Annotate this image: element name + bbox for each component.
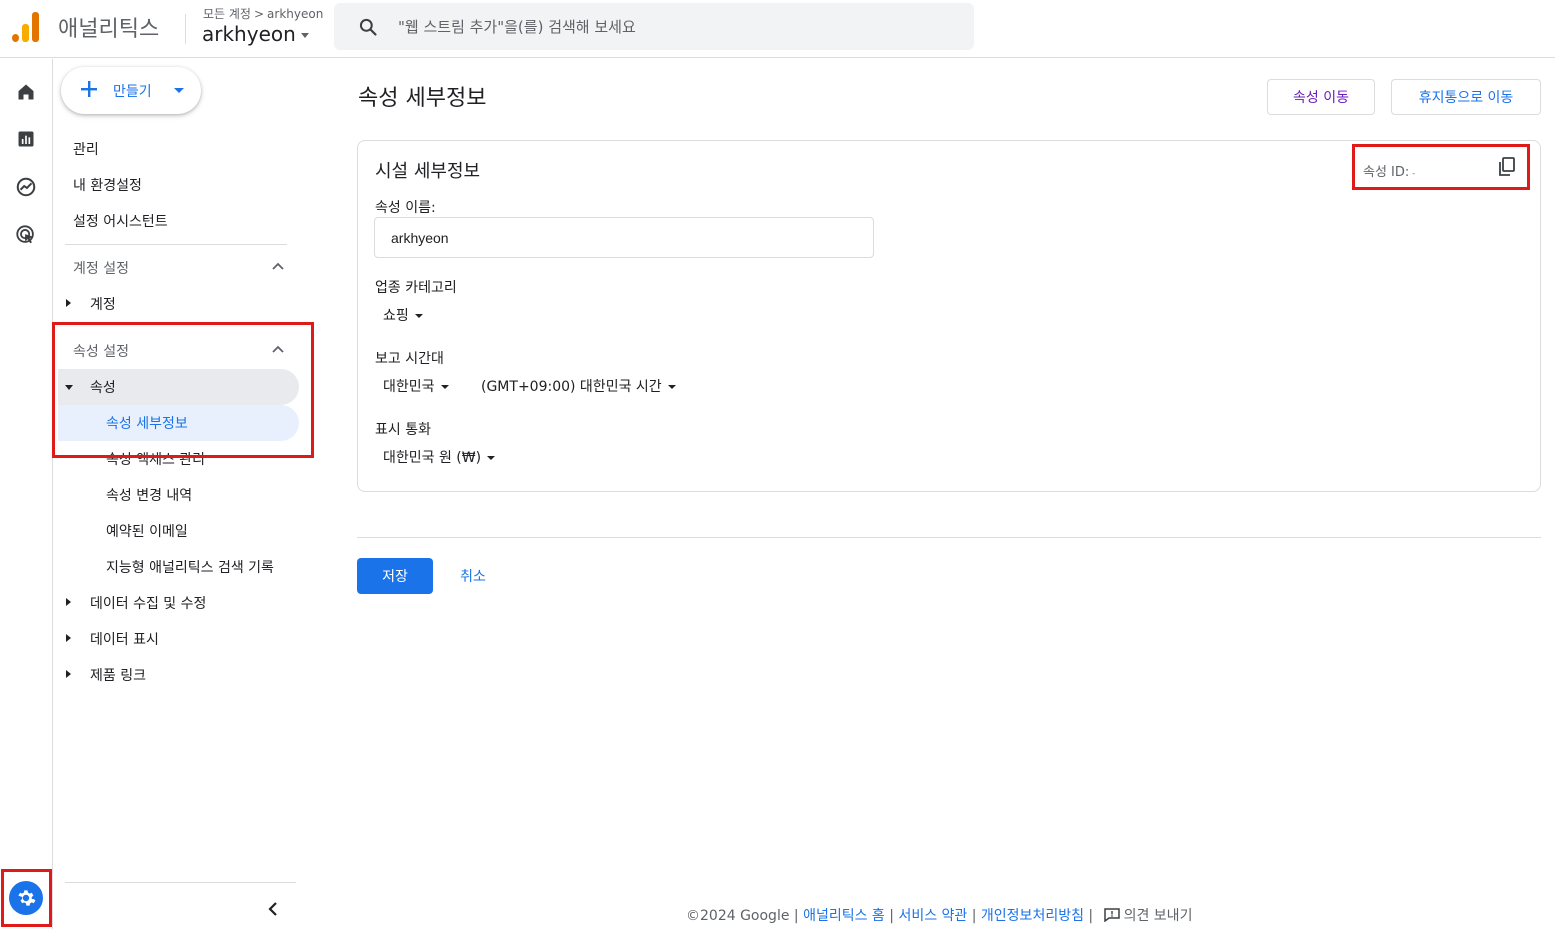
property-id-box: 속성 ID: - bbox=[1352, 144, 1530, 190]
cancel-button[interactable]: 취소 bbox=[450, 558, 496, 594]
timezone-select[interactable]: (GMT+09:00) 대한민국 시간 bbox=[481, 376, 676, 396]
search-bar[interactable] bbox=[334, 3, 974, 50]
account-picker[interactable]: arkhyeon bbox=[202, 22, 309, 46]
nav-preferences[interactable]: 내 환경설정 bbox=[73, 175, 142, 195]
expand-arrow-icon bbox=[66, 598, 71, 606]
copy-icon[interactable] bbox=[1498, 157, 1516, 177]
industry-select[interactable]: 쇼핑 bbox=[383, 305, 423, 325]
nav-bottom-divider bbox=[65, 882, 296, 883]
breadcrumb-account[interactable]: arkhyeon bbox=[267, 7, 323, 21]
breadcrumb[interactable]: 모든 계정 > arkhyeon bbox=[203, 5, 323, 22]
account-settings-section[interactable]: 계정 설정 bbox=[58, 249, 298, 285]
footer-link-analytics-home[interactable]: 애널리틱스 홈 bbox=[803, 908, 885, 924]
move-property-button[interactable]: 속성 이동 bbox=[1267, 79, 1375, 115]
property-name-input[interactable] bbox=[374, 217, 874, 258]
account-name: arkhyeon bbox=[202, 22, 296, 46]
chevron-up-icon bbox=[272, 262, 284, 270]
chevron-down-icon bbox=[667, 385, 676, 389]
timezone-value: (GMT+09:00) 대한민국 시간 bbox=[481, 379, 662, 395]
footer-separator: | bbox=[971, 908, 977, 924]
explore-icon[interactable] bbox=[13, 174, 39, 200]
timezone-country-select[interactable]: 대한민국 bbox=[383, 376, 449, 396]
footer-separator: | bbox=[1088, 908, 1094, 924]
chevron-left-icon[interactable] bbox=[265, 900, 281, 918]
analytics-logo[interactable] bbox=[12, 12, 40, 42]
section-label: 계정 설정 bbox=[73, 261, 129, 277]
nav-admin[interactable]: 관리 bbox=[73, 139, 99, 159]
chevron-down-icon bbox=[300, 33, 309, 38]
nav-scheduled-emails[interactable]: 예약된 이메일 bbox=[106, 521, 188, 541]
expand-arrow-icon bbox=[66, 299, 71, 307]
copyright: ©2024 Google bbox=[686, 908, 790, 924]
industry-value: 쇼핑 bbox=[383, 308, 409, 324]
footer-link-terms[interactable]: 서비스 약관 bbox=[898, 908, 967, 924]
feedback-link[interactable]: 의견 보내기 bbox=[1124, 908, 1193, 924]
top-bar: 애널리틱스 모든 계정 > arkhyeon arkhyeon bbox=[0, 0, 1555, 58]
timezone-country-value: 대한민국 bbox=[383, 379, 435, 395]
nav-analytics-search-history[interactable]: 지능형 애널리틱스 검색 기록 bbox=[106, 557, 274, 577]
nav-account[interactable]: 계정 bbox=[90, 294, 116, 314]
search-input[interactable] bbox=[398, 3, 958, 50]
search-icon bbox=[359, 18, 377, 36]
form-divider bbox=[357, 537, 1541, 538]
chevron-down-icon bbox=[174, 88, 184, 93]
footer: ©2024 Google | 애널리틱스 홈 | 서비스 약관 | 개인정보처리… bbox=[686, 905, 1192, 925]
breadcrumb-separator: > bbox=[253, 7, 265, 21]
home-icon[interactable] bbox=[13, 79, 39, 105]
nav-property-change-history[interactable]: 속성 변경 내역 bbox=[106, 485, 192, 505]
nav-setup-assistant[interactable]: 설정 어시스턴트 bbox=[73, 211, 168, 231]
page-title: 속성 세부정보 bbox=[358, 86, 487, 111]
industry-label: 업종 카테고리 bbox=[375, 280, 457, 296]
app-name: 애널리틱스 bbox=[58, 17, 160, 42]
footer-separator: | bbox=[793, 908, 799, 924]
chevron-down-icon bbox=[414, 314, 423, 318]
property-id-value: - bbox=[1412, 169, 1416, 178]
admin-highlight bbox=[1, 869, 52, 927]
nav-data-collection[interactable]: 데이터 수집 및 수정 bbox=[90, 593, 206, 613]
nav-product-links[interactable]: 제품 링크 bbox=[90, 665, 146, 685]
nav-divider bbox=[65, 244, 287, 245]
timezone-label: 보고 시간대 bbox=[375, 351, 444, 367]
create-button[interactable]: 만들기 bbox=[61, 67, 201, 114]
chevron-down-icon bbox=[487, 456, 496, 460]
currency-select[interactable]: 대한민국 원 (₩) bbox=[383, 447, 496, 467]
left-rail bbox=[0, 59, 53, 929]
footer-link-privacy[interactable]: 개인정보처리방침 bbox=[981, 908, 1084, 924]
expand-arrow-icon bbox=[66, 634, 71, 642]
footer-separator: | bbox=[889, 908, 894, 924]
property-id-label: 속성 ID: - bbox=[1363, 165, 1416, 180]
feedback-icon bbox=[1103, 908, 1120, 922]
breadcrumb-root[interactable]: 모든 계정 bbox=[203, 7, 251, 21]
nav-highlight-box bbox=[52, 322, 314, 458]
move-to-trash-button[interactable]: 휴지통으로 이동 bbox=[1391, 79, 1541, 115]
nav-data-display[interactable]: 데이터 표시 bbox=[90, 629, 159, 649]
expand-arrow-icon bbox=[66, 670, 71, 678]
reports-icon[interactable] bbox=[13, 126, 39, 152]
chevron-down-icon bbox=[440, 385, 449, 389]
currency-label: 표시 통화 bbox=[375, 422, 431, 438]
header-divider bbox=[185, 14, 186, 44]
save-button[interactable]: 저장 bbox=[357, 558, 433, 594]
gear-icon[interactable] bbox=[9, 881, 43, 915]
plus-icon bbox=[81, 81, 97, 97]
advertising-icon[interactable] bbox=[13, 222, 39, 248]
currency-value: 대한민국 원 (₩) bbox=[383, 450, 482, 466]
property-details-card: 시설 세부정보 속성 ID:- 속성 이름: 업종 카테고리 쇼핑 보고 시간대… bbox=[357, 140, 1541, 492]
property-name-label: 속성 이름: bbox=[375, 200, 436, 216]
create-label: 만들기 bbox=[113, 84, 152, 100]
card-title: 시설 세부정보 bbox=[375, 161, 481, 182]
